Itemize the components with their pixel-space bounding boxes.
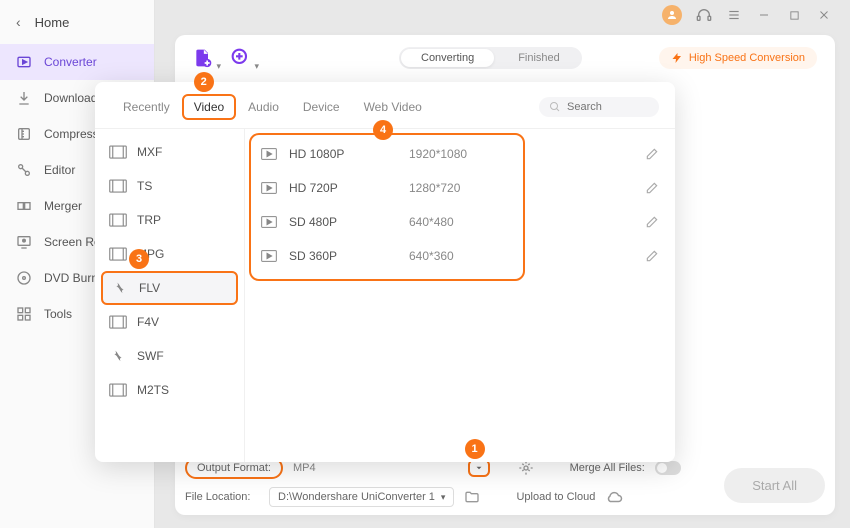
merge-toggle[interactable] xyxy=(655,461,681,475)
minimize-button[interactable] xyxy=(756,7,772,23)
tools-icon xyxy=(16,306,32,322)
category-m2ts[interactable]: M2TS xyxy=(95,373,244,407)
tab-converting[interactable]: Converting xyxy=(401,49,494,67)
badge-4: 4 xyxy=(373,120,393,140)
category-f4v[interactable]: F4V xyxy=(95,305,244,339)
video-format-icon xyxy=(109,213,127,227)
sidebar-item-label: Merger xyxy=(44,199,82,213)
search-wrap xyxy=(539,97,659,117)
tab-video[interactable]: Video 2 xyxy=(182,94,236,120)
edit-preset-icon[interactable] xyxy=(645,147,659,161)
badge-2: 2 xyxy=(194,72,214,92)
preset-list: HD 1080P 1920*1080 HD 720P 1280*720 SD 4… xyxy=(245,129,675,462)
flash-icon xyxy=(111,281,129,295)
video-icon xyxy=(261,182,279,194)
edit-preset-icon[interactable] xyxy=(645,215,659,229)
sidebar-item-converter[interactable]: Converter xyxy=(0,44,154,80)
sidebar-header: ‹ Home xyxy=(0,0,154,44)
category-list: MXF TS TRP MPG 3 FLV F4V SWF M2TS xyxy=(95,129,245,462)
add-url-button[interactable]: ▾ xyxy=(231,48,251,68)
avatar[interactable] xyxy=(662,5,682,25)
output-format-value: MP4 xyxy=(293,462,316,474)
status-tabs: Converting Finished xyxy=(399,47,582,69)
edit-preset-icon[interactable] xyxy=(645,249,659,263)
file-location-label: File Location: xyxy=(185,491,259,503)
cloud-icon[interactable] xyxy=(605,488,623,506)
maximize-button[interactable] xyxy=(786,7,802,23)
main-toolbar: ▾ ▾ Converting Finished High Speed Conve… xyxy=(175,35,835,81)
format-panel: Recently Video 2 Audio Device Web Video … xyxy=(95,82,675,462)
flash-icon xyxy=(109,349,127,363)
search-icon xyxy=(549,101,561,113)
tab-audio[interactable]: Audio xyxy=(236,94,291,120)
menu-icon[interactable] xyxy=(726,7,742,23)
compressor-icon xyxy=(16,126,32,142)
add-file-button[interactable]: ▾ xyxy=(193,48,213,68)
headset-icon[interactable] xyxy=(696,7,712,23)
badge-3: 3 xyxy=(129,249,149,269)
edit-preset-icon[interactable] xyxy=(645,181,659,195)
download-icon xyxy=(16,90,32,106)
sidebar-item-label: Converter xyxy=(44,55,97,69)
preset-row[interactable]: SD 480P 640*480 xyxy=(245,205,675,239)
video-format-icon xyxy=(109,145,127,159)
upload-label: Upload to Cloud xyxy=(516,491,595,503)
sidebar-item-label: Editor xyxy=(44,163,75,177)
file-location-select[interactable]: D:\Wondershare UniConverter 1 ▾ xyxy=(269,487,454,507)
tab-web-video[interactable]: Web Video xyxy=(352,94,434,120)
start-all-button[interactable]: Start All xyxy=(724,468,825,503)
category-swf[interactable]: SWF xyxy=(95,339,244,373)
category-flv[interactable]: FLV xyxy=(101,271,238,305)
tab-recently[interactable]: Recently xyxy=(111,94,182,120)
video-format-icon xyxy=(109,247,127,261)
editor-icon xyxy=(16,162,32,178)
category-mxf[interactable]: MXF xyxy=(95,135,244,169)
search-input[interactable] xyxy=(567,101,647,113)
dvd-icon xyxy=(16,270,32,286)
merger-icon xyxy=(16,198,32,214)
preset-row[interactable]: HD 720P 1280*720 xyxy=(245,171,675,205)
screen-recorder-icon xyxy=(16,234,32,250)
home-label[interactable]: Home xyxy=(35,15,70,30)
preset-row[interactable]: SD 360P 640*360 xyxy=(245,239,675,273)
folder-open-icon[interactable] xyxy=(464,489,480,505)
bottom-bar: Output Format: MP4 1 Merge All Files: Fi… xyxy=(185,457,825,507)
video-format-icon xyxy=(109,315,127,329)
settings-icon[interactable] xyxy=(518,460,534,476)
highspeed-button[interactable]: High Speed Conversion xyxy=(659,47,817,69)
tab-device[interactable]: Device xyxy=(291,94,352,120)
merge-label: Merge All Files: xyxy=(570,462,645,474)
video-format-icon xyxy=(109,383,127,397)
category-ts[interactable]: TS xyxy=(95,169,244,203)
converter-icon xyxy=(16,54,32,70)
panel-tabs: Recently Video 2 Audio Device Web Video … xyxy=(95,82,675,129)
back-button[interactable]: ‹ xyxy=(16,14,21,30)
close-button[interactable] xyxy=(816,7,832,23)
badge-1: 1 xyxy=(465,439,485,459)
tab-finished[interactable]: Finished xyxy=(496,47,582,69)
category-mpg[interactable]: MPG 3 xyxy=(95,237,244,271)
video-icon xyxy=(261,148,279,160)
preset-row[interactable]: HD 1080P 1920*1080 xyxy=(245,137,675,171)
video-icon xyxy=(261,216,279,228)
video-format-icon xyxy=(109,179,127,193)
video-icon xyxy=(261,250,279,262)
window-titlebar xyxy=(662,0,850,30)
sidebar-item-label: Tools xyxy=(44,307,72,321)
category-trp[interactable]: TRP xyxy=(95,203,244,237)
